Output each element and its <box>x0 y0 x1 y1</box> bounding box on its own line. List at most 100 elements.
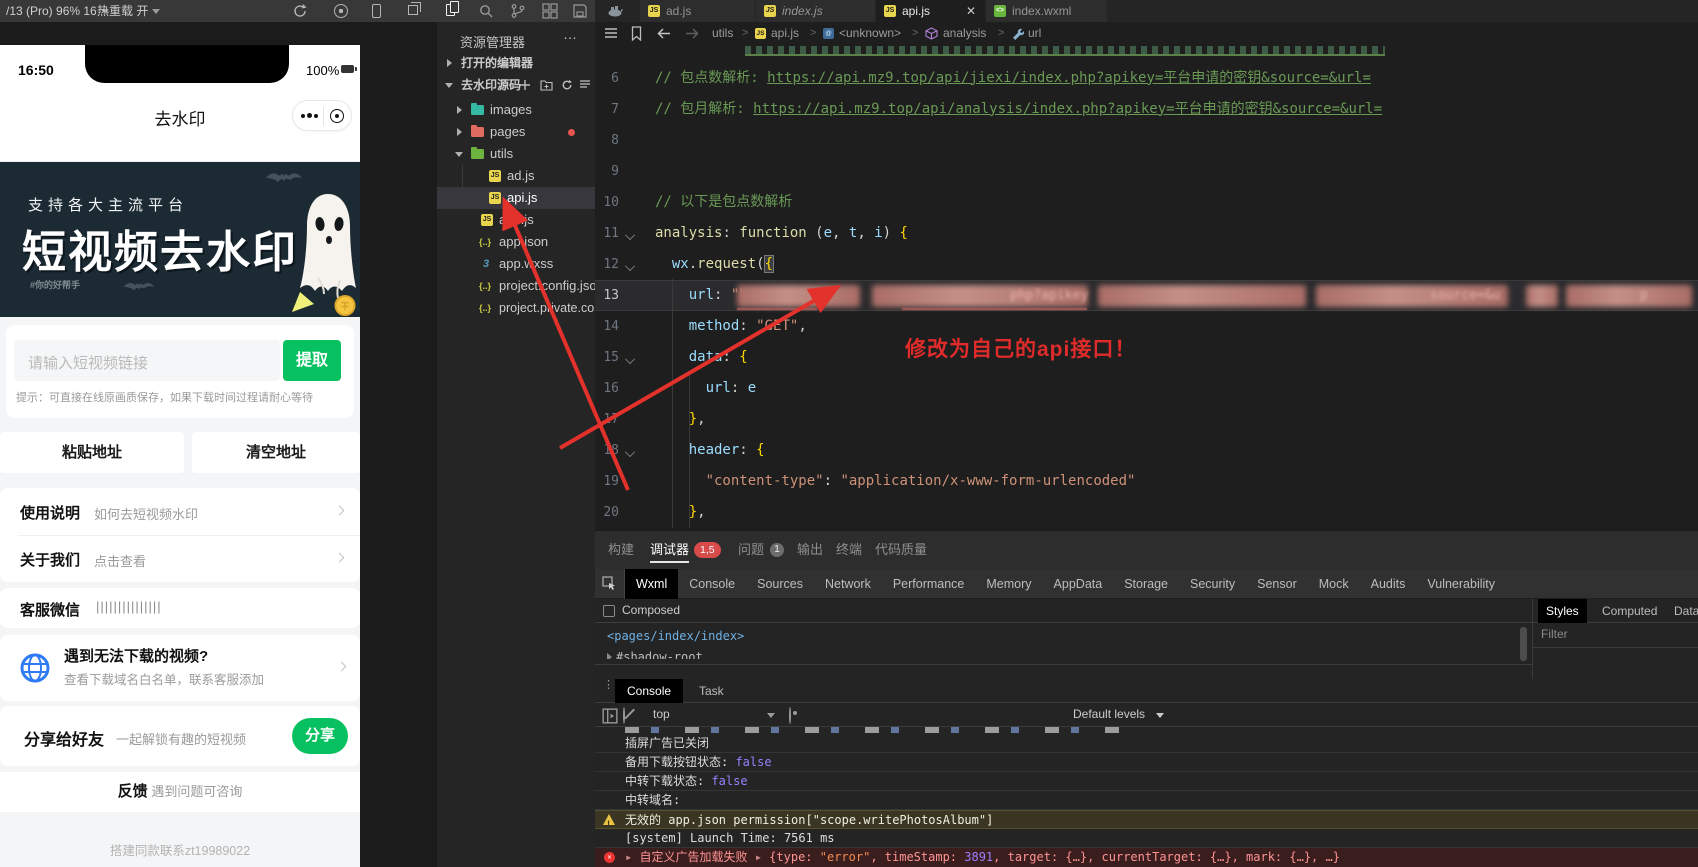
fold-chevron-icon[interactable] <box>625 446 635 457</box>
code-line[interactable]: analysis: function (e, t, i) { <box>655 218 1698 249</box>
breadcrumb-utils[interactable]: utils <box>712 22 733 45</box>
line-number[interactable]: 11 <box>595 218 619 249</box>
tree-item-app-wxss[interactable]: 3 app.wxss <box>437 253 595 275</box>
devtools-tab-security[interactable]: Security <box>1179 569 1246 599</box>
code-line[interactable]: // 包月解析: https://api.mz9.top/api/analysi… <box>655 94 1698 125</box>
log-row[interactable]: [system] Launch Time: 7561 ms <box>595 829 1698 848</box>
list-item-about[interactable]: 关于我们 点击查看 <box>0 535 360 582</box>
multi-window-icon[interactable] <box>408 2 421 15</box>
line-number[interactable]: 15 <box>595 342 619 373</box>
expand-caret[interactable]: ▸ <box>755 850 762 864</box>
breadcrumb-analysis[interactable]: analysis <box>943 22 986 45</box>
compile-refresh-icon[interactable] <box>292 3 308 19</box>
tree-item-pages[interactable]: pages <box>437 121 595 143</box>
dataset-tab[interactable]: Dataset <box>1666 599 1698 623</box>
line-number[interactable]: 9 <box>595 156 619 187</box>
devtools-tab-audits[interactable]: Audits <box>1360 569 1417 599</box>
tab-index-js[interactable]: JS index.js <box>756 0 876 22</box>
tab-debugger[interactable]: 调试器 <box>650 531 690 569</box>
line-number[interactable]: 17 <box>595 404 619 435</box>
tab-build[interactable]: 构建 <box>608 531 634 569</box>
line-number[interactable]: 7 <box>595 94 619 125</box>
new-file-icon[interactable] <box>519 79 531 91</box>
log-row[interactable]: 中转下载状态: false <box>595 772 1698 791</box>
collapse-all-icon[interactable] <box>579 79 591 91</box>
tree-item-ad-js[interactable]: JS ad.js <box>437 165 595 187</box>
tab-problems[interactable]: 问题 <box>738 531 764 569</box>
inspect-element-icon[interactable] <box>595 568 625 599</box>
warning-log-row[interactable]: 无效的 app.json permission["scope.writePhot… <box>595 810 1698 829</box>
breadcrumb-url[interactable]: url <box>1028 22 1041 45</box>
composed-checkbox[interactable] <box>603 605 615 617</box>
code-line[interactable]: "content-type": "application/x-www-form-… <box>655 466 1698 497</box>
line-number[interactable]: 6 <box>595 63 619 94</box>
code-line[interactable]: }, <box>655 404 1698 435</box>
extract-button[interactable]: 提取 <box>283 340 341 381</box>
section-project[interactable]: 去水印源码 <box>437 74 595 96</box>
devtools-tab-sensor[interactable]: Sensor <box>1246 569 1308 599</box>
more-dots-icon[interactable] <box>314 114 318 118</box>
save-icon[interactable] <box>572 3 588 19</box>
fold-chevron-icon[interactable] <box>625 229 635 240</box>
devtools-tab-wxml[interactable]: Wxml <box>625 568 679 599</box>
tree-item-images[interactable]: images <box>437 99 595 121</box>
bookmark-icon[interactable] <box>631 26 642 41</box>
code-line[interactable]: method: "GET", <box>655 311 1698 342</box>
back-arrow-icon[interactable] <box>657 27 671 40</box>
styles-tab[interactable]: Styles <box>1538 599 1587 623</box>
code-line[interactable]: wx.request({ <box>655 249 1698 280</box>
paste-address-button[interactable]: 粘贴地址 <box>0 432 184 473</box>
log-row[interactable]: 备用下载按钮状态: false <box>595 753 1698 772</box>
line-number[interactable]: 19 <box>595 466 619 497</box>
line-number[interactable]: 8 <box>595 125 619 156</box>
line-number[interactable]: 16 <box>595 373 619 404</box>
list-item-service-wechat[interactable]: 客服微信 ||||||||||||||| <box>0 588 360 628</box>
fold-chevron-icon[interactable] <box>625 353 635 364</box>
tab-code-quality[interactable]: 代码质量 <box>875 531 927 569</box>
devtools-tab-mock[interactable]: Mock <box>1308 569 1360 599</box>
expand-caret[interactable]: ▸ <box>625 850 632 864</box>
close-target-icon[interactable] <box>330 109 344 123</box>
new-folder-icon[interactable] <box>540 79 553 91</box>
code-editor[interactable]: 6 7 8 9 10 11 12 13 14 15 16 17 18 19 20 // 包点数解析: htt… <box>595 45 1698 530</box>
tree-item-utils[interactable]: utils <box>437 143 595 165</box>
git-branch-icon[interactable] <box>510 3 526 19</box>
tree-item-project-private-config[interactable]: {..} project.private.config.js… <box>437 297 639 319</box>
tab-ad-js[interactable]: JS ad.js <box>640 0 756 22</box>
devtools-tab-console[interactable]: Console <box>678 569 746 599</box>
video-link-input[interactable]: 请输入短视频链接 <box>14 340 280 381</box>
share-button[interactable]: 分享 <box>292 718 348 754</box>
clear-console-icon[interactable] <box>623 707 625 724</box>
code-line[interactable]: // 以下是包点数解析 <box>655 187 1698 218</box>
code-line[interactable]: }, <box>655 497 1698 528</box>
line-number[interactable]: 18 <box>595 435 619 466</box>
devtools-tab-performance[interactable]: Performance <box>882 569 976 599</box>
wxml-shadow-root-clipped[interactable]: #shadow-root <box>607 649 703 659</box>
code-line[interactable]: url: e <box>655 373 1698 404</box>
devtools-tab-network[interactable]: Network <box>814 569 882 599</box>
search-icon[interactable] <box>478 3 494 19</box>
tab-api-js[interactable]: JS api.js ✕ <box>876 0 986 22</box>
wxml-node[interactable]: <pages/index/index> <box>607 629 744 643</box>
help-card[interactable]: 遇到无法下载的视频? 查看下载域名白名单，联系客服添加 <box>0 635 360 701</box>
phone-preview-icon[interactable] <box>372 4 381 18</box>
fold-chevron-icon[interactable] <box>625 260 635 271</box>
line-number[interactable]: 14 <box>595 311 619 342</box>
live-expression-eye-icon[interactable] <box>789 707 791 724</box>
code-line[interactable] <box>655 125 1698 156</box>
more-dots-icon[interactable] <box>307 113 312 118</box>
forward-arrow-icon[interactable] <box>685 27 699 40</box>
section-open-editors[interactable]: 打开的编辑器 <box>437 52 595 74</box>
banner[interactable]: 支持各大主流平台 短视频去水印 #你的好帮手 <box>0 162 360 317</box>
tab-index-wxml[interactable]: <> index.wxml <box>986 0 1108 22</box>
log-row[interactable]: 插屏广告已关闭 <box>595 734 1698 753</box>
devtools-tab-memory[interactable]: Memory <box>975 569 1042 599</box>
devtools-tab-sources[interactable]: Sources <box>746 569 814 599</box>
code-line[interactable]: header: { <box>655 435 1698 466</box>
task-tab[interactable]: Task <box>687 679 736 703</box>
device-selector[interactable]: /13 (Pro) 96% 16 <box>6 0 109 22</box>
more-actions-icon[interactable]: … <box>563 26 578 42</box>
breadcrumb-api-js[interactable]: api.js <box>771 22 799 45</box>
clear-address-button[interactable]: 清空地址 <box>192 432 360 473</box>
tree-item-project-config[interactable]: {..} project.config.json <box>437 275 604 297</box>
